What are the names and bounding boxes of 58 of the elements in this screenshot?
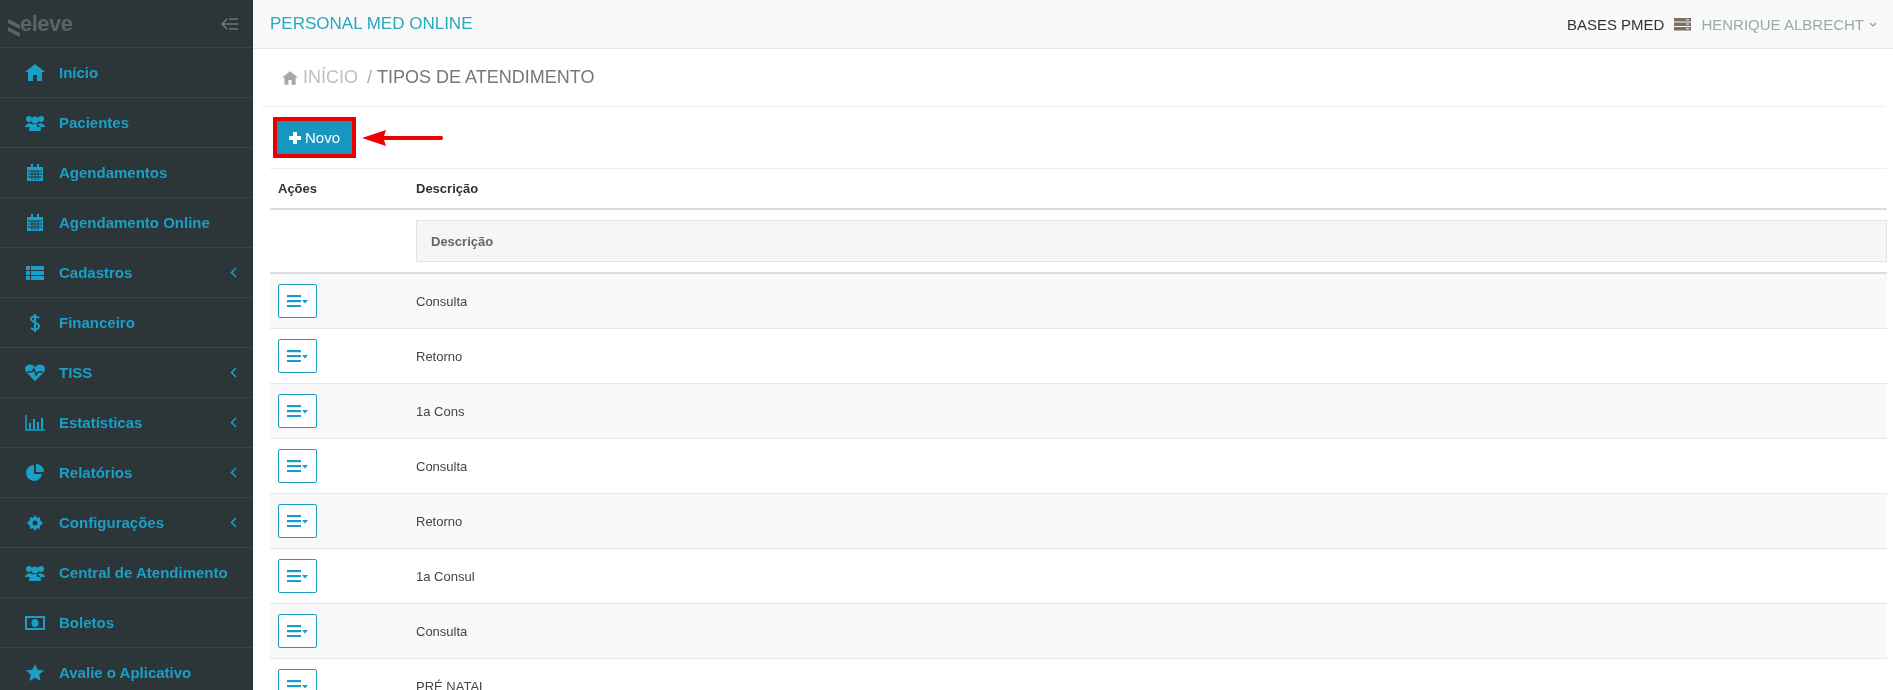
actions-dropdown-button[interactable] xyxy=(278,394,317,428)
sidebar-item[interactable]: Cadastros xyxy=(0,248,253,298)
banknote-icon xyxy=(24,615,45,630)
actions-dropdown-button[interactable] xyxy=(278,339,317,373)
column-header: Ações xyxy=(277,181,319,196)
sidebar-item[interactable]: Agendamento Online xyxy=(0,198,253,248)
menu-caret-icon xyxy=(286,625,309,637)
server-icon[interactable] xyxy=(1674,17,1692,31)
actions-dropdown-button[interactable] xyxy=(278,614,317,648)
table-cell-text: Consulta xyxy=(416,293,469,309)
actions-dropdown-button[interactable] xyxy=(278,559,317,593)
table-cell-text: PRÉ NATAL xyxy=(416,678,488,690)
logo-mark-icon xyxy=(8,18,20,37)
bar-chart-icon xyxy=(24,414,45,431)
actions-dropdown-button[interactable] xyxy=(278,449,317,483)
gear-icon xyxy=(26,514,43,531)
menu-caret-icon xyxy=(286,515,309,527)
star-icon xyxy=(25,664,44,681)
menu-caret-icon xyxy=(286,570,309,582)
table-cell-text: Retorno xyxy=(416,348,464,364)
users-icon xyxy=(24,114,45,131)
sidebar-item[interactable]: Agendamentos xyxy=(0,148,253,198)
home-icon xyxy=(282,70,298,85)
table-cell-text: Consulta xyxy=(416,623,469,639)
list-icon xyxy=(25,265,44,280)
user-menu[interactable]: HENRIQUE ALBRECHT xyxy=(1701,15,1877,33)
sidebar-item[interactable]: Pacientes xyxy=(0,98,253,148)
new-button[interactable]: Novo xyxy=(277,121,353,154)
actions-dropdown-button[interactable] xyxy=(278,504,317,538)
sidebar-item[interactable]: Relatórios xyxy=(0,448,253,498)
menu-caret-icon xyxy=(286,680,309,690)
breadcrumb-current: TIPOS DE ATENDIMENTO xyxy=(377,67,595,88)
dollar-icon xyxy=(28,313,41,332)
actions-dropdown-button[interactable] xyxy=(278,284,317,318)
database-label[interactable]: BASES PMED xyxy=(1566,15,1665,33)
heartbeat-icon xyxy=(24,364,45,381)
collapse-sidebar-icon[interactable] xyxy=(221,16,239,31)
menu-caret-icon xyxy=(286,460,309,472)
calendar-icon xyxy=(26,164,43,181)
breadcrumb-separator: / xyxy=(367,67,373,88)
pie-chart-icon xyxy=(25,463,44,482)
sidebar-item[interactable]: Central de Atendimento xyxy=(0,548,253,598)
menu-caret-icon xyxy=(286,405,309,417)
table-cell-text: 1a Cons xyxy=(416,403,466,419)
calendar-icon xyxy=(26,214,43,231)
table-cell-text: Consulta xyxy=(416,458,469,474)
menu-caret-icon xyxy=(286,350,309,362)
users-icon xyxy=(24,564,45,581)
plus-icon xyxy=(289,131,301,144)
home-icon xyxy=(24,64,45,81)
caret-icon xyxy=(1869,21,1877,27)
table-cell-text: 1a Consul xyxy=(416,568,476,584)
sidebar-item[interactable]: TISS xyxy=(0,348,253,398)
filter-field[interactable]: Descrição xyxy=(416,220,1887,262)
menu-caret-icon xyxy=(286,295,309,307)
column-header: Descrição xyxy=(416,181,480,196)
table-cell-text: Retorno xyxy=(416,513,464,529)
app-title: PERSONAL MED ONLINE xyxy=(270,14,473,34)
